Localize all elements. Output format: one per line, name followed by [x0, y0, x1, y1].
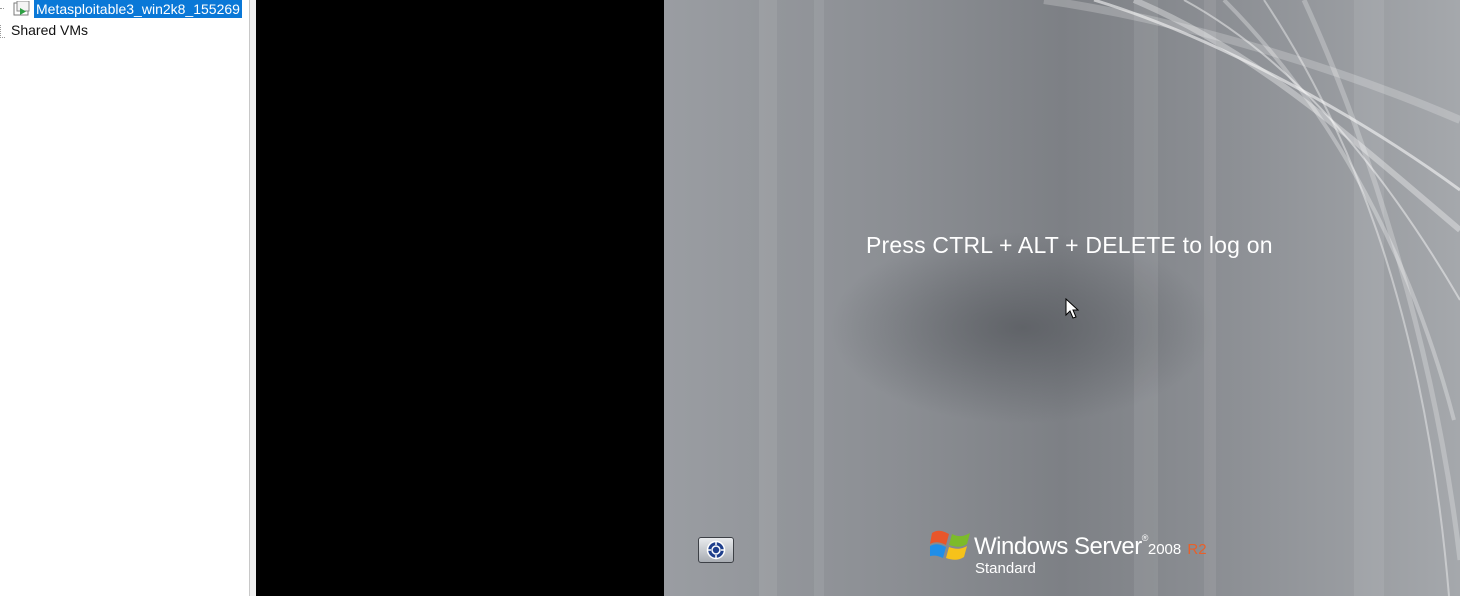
- ease-of-access-button[interactable]: [698, 537, 734, 563]
- tree-connector: [0, 25, 5, 38]
- shared-vms-label: Shared VMs: [11, 22, 89, 38]
- vm-console[interactable]: Press CTRL + ALT + DELETE to log on Wind…: [256, 0, 1460, 596]
- brand-release: R2: [1187, 541, 1207, 558]
- tree-connector: [0, 0, 4, 9]
- background-swirl: [1043, 0, 1460, 596]
- windows-brand: Windows Server®2008 R2: [974, 533, 1207, 561]
- windows-flag-icon: [927, 525, 972, 568]
- ease-of-access-icon: [706, 540, 726, 565]
- brand-product: Windows Server: [974, 533, 1142, 560]
- mouse-pointer-icon: [1065, 297, 1080, 325]
- guest-logon-screen[interactable]: Press CTRL + ALT + DELETE to log on Wind…: [664, 0, 1460, 596]
- brand-edition: Standard: [975, 560, 1036, 577]
- library-panel: Metasploitable3_win2k8_155269 Shared VMs: [0, 0, 249, 596]
- vm-name-label: Metasploitable3_win2k8_155269: [34, 0, 242, 18]
- panel-splitter[interactable]: [249, 0, 256, 596]
- vm-running-icon: [10, 0, 32, 17]
- brand-version: 2008: [1147, 541, 1182, 558]
- logon-message: Press CTRL + ALT + DELETE to log on: [866, 232, 1273, 258]
